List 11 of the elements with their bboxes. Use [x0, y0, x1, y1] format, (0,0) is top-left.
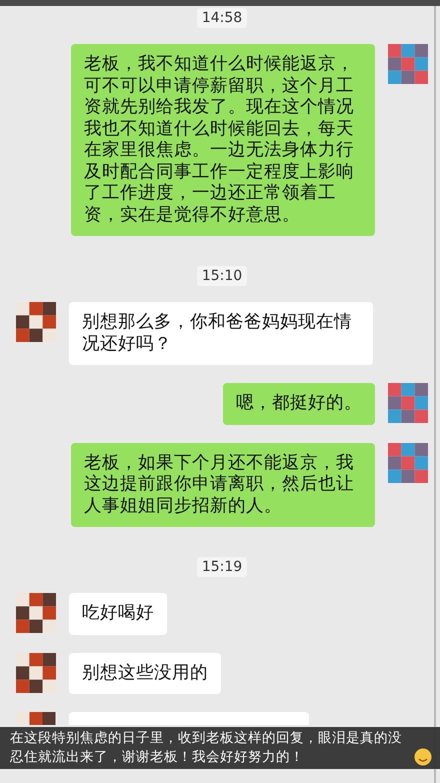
- message-bubble: 别想那么多，你和爸爸妈妈现在情况还好吗？: [69, 302, 373, 365]
- caption-text: 在这段特别焦虑的日子里，收到老板这样的回复，眼泪是真的没忍住就流出来了，谢谢老板！我会好好努力的！: [10, 729, 403, 767]
- timestamp: 14:58: [196, 8, 248, 28]
- timestamp: 15:19: [196, 557, 248, 577]
- message-bubble: 老板，我不知道什么时候能返京，可不可以申请停薪留职，这个月工资就先别给我发了。现在这个情况我也不知道什么时候能回去，每天在家里很焦虑。一边无法身体力行及时配合同事工作一定程度上影响了工作进度，一边还正常领着工资，实在是觉得不好意思。: [71, 44, 375, 236]
- message-bubble: 别想这些没用的: [69, 652, 221, 694]
- message-bubble: 老板，如果下个月还不能返京，我这边提前跟你申请离职，然后也让人事姐姐同步招新的人。: [71, 442, 375, 527]
- smiley-icon: [414, 748, 432, 766]
- message-bubble: 吃好喝好: [69, 593, 167, 634]
- message-bubble: 嗯，都挺好的。: [223, 383, 375, 424]
- timestamp: 15:10: [196, 266, 248, 286]
